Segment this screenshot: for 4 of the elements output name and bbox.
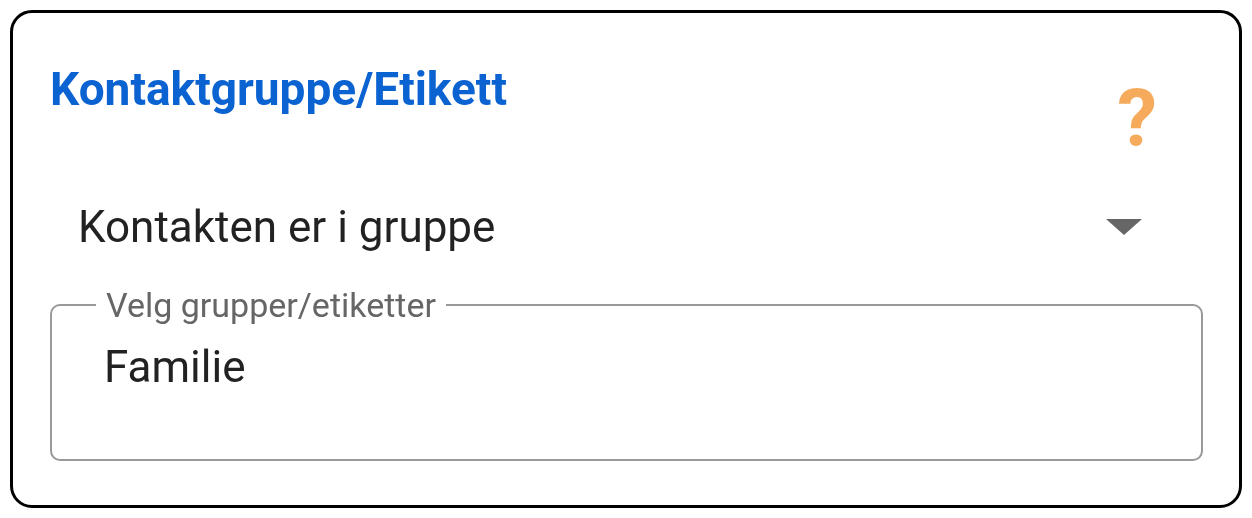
caret-icon	[1106, 219, 1142, 235]
section-title: Kontaktgruppe/Etikett	[50, 61, 507, 117]
condition-dropdown[interactable]: Kontakten er i gruppe	[50, 191, 1202, 263]
field-label: Velg grupper/etiketter	[105, 285, 437, 325]
